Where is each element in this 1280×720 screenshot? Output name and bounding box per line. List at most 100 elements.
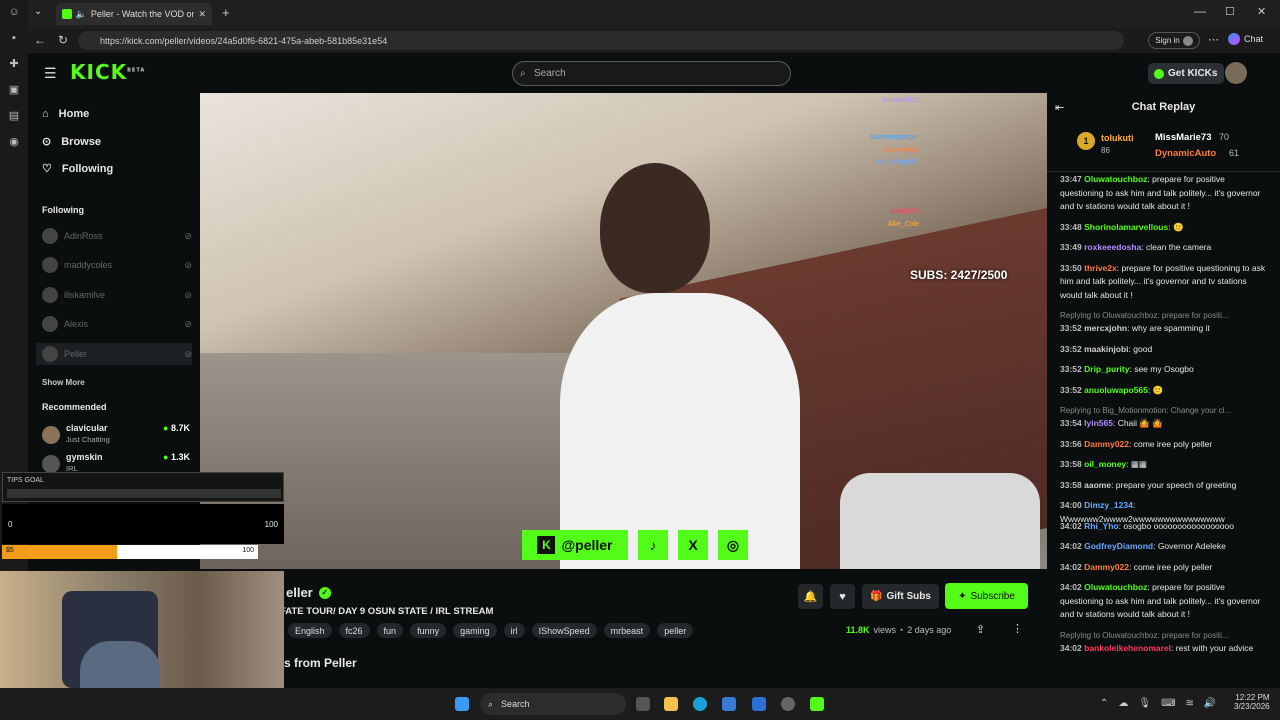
- outlook-icon[interactable]: [752, 697, 766, 711]
- channel-name[interactable]: eller ✓: [286, 585, 331, 600]
- get-kicks-button[interactable]: Get KICKs: [1148, 63, 1224, 84]
- nav-home[interactable]: ⌂ Home: [42, 108, 89, 120]
- gift-subs-button[interactable]: 🎁 Gift Subs: [862, 584, 939, 609]
- refresh-icon[interactable]: ↻: [58, 33, 68, 47]
- start-icon[interactable]: [455, 697, 469, 711]
- wifi-icon[interactable]: ≋: [1186, 698, 1194, 709]
- following-item-selected[interactable]: Peller ⊘: [36, 343, 192, 365]
- chat-username[interactable]: roxkeeedosha: [1084, 242, 1141, 252]
- chat-username[interactable]: aaome: [1084, 480, 1111, 490]
- keyboard-icon[interactable]: ⌨: [1161, 698, 1175, 709]
- chat-username[interactable]: Rhi_Yho: [1084, 521, 1118, 531]
- chat-username[interactable]: Drip_purity: [1084, 364, 1129, 374]
- taskbar-search[interactable]: ⌕ Search: [480, 693, 626, 715]
- offline-icon: ⊘: [184, 230, 192, 241]
- views-label: views: [873, 625, 897, 635]
- file-icon[interactable]: ▪: [8, 32, 20, 44]
- chat-timestamp: 33:52: [1060, 323, 1082, 333]
- tab-close-icon[interactable]: ✕: [198, 9, 206, 20]
- url-field[interactable]: https://kick.com/peller/videos/24a5d0f6-…: [78, 31, 1124, 50]
- chat-username[interactable]: Iyin565: [1084, 418, 1113, 428]
- leader-name[interactable]: MissMarie73: [1155, 132, 1212, 143]
- chat-username[interactable]: anuoluwapo565: [1084, 385, 1148, 395]
- tag-chip[interactable]: peller: [657, 623, 694, 638]
- edge-icon[interactable]: [693, 697, 707, 711]
- more-menu-icon[interactable]: ⋯: [1208, 33, 1219, 46]
- subscribe-button[interactable]: ✦ Subscribe: [945, 583, 1028, 609]
- chat-username[interactable]: oil_money: [1084, 459, 1126, 469]
- recommended-item[interactable]: gymskin IRL ● 1.3K: [42, 452, 190, 473]
- maximize-icon[interactable]: ☐: [1225, 5, 1235, 18]
- chat-username[interactable]: GodfreyDiamond: [1084, 541, 1153, 551]
- user-avatar[interactable]: [1225, 62, 1247, 84]
- window-close-icon[interactable]: ✕: [1257, 5, 1266, 18]
- tag-chip[interactable]: funny: [410, 623, 447, 638]
- kick-logo[interactable]: KICKBETA: [70, 60, 145, 84]
- tab-active[interactable]: 🔈 Peller - Watch the VOD on Ki ✕: [56, 3, 212, 25]
- tag-chip[interactable]: English: [288, 623, 332, 638]
- chat-username[interactable]: Dimzy_1234: [1084, 500, 1133, 510]
- following-item[interactable]: maddycoles ⊘: [42, 257, 192, 273]
- tag-chip[interactable]: mrbeast: [603, 623, 651, 638]
- speaker-icon[interactable]: 🔈: [76, 9, 87, 20]
- chat-username[interactable]: Dammy022: [1084, 562, 1129, 572]
- x-icon: X: [678, 530, 708, 560]
- show-more-link[interactable]: Show More: [42, 378, 85, 387]
- store-icon[interactable]: [722, 697, 736, 711]
- tab-list-icon[interactable]: ⌄: [34, 6, 42, 17]
- menu-icon[interactable]: ☰: [44, 65, 57, 82]
- minimize-icon[interactable]: —: [1194, 4, 1206, 18]
- following-item[interactable]: iliskamilve ⊘: [42, 287, 192, 303]
- chat-timestamp: 33:52: [1060, 364, 1082, 374]
- chat-text: osogbo ooooooooooooooooo: [1123, 520, 1234, 531]
- tag-chip[interactable]: irl: [503, 623, 525, 638]
- chat-timestamp: 33:50: [1060, 262, 1082, 273]
- tools-icon[interactable]: ✚: [8, 58, 20, 70]
- recommended-item[interactable]: clavicular Just Chatting ● 8.7K: [42, 423, 190, 447]
- task-view-icon[interactable]: [636, 697, 650, 711]
- share-icon[interactable]: ⇪: [976, 623, 985, 636]
- tag-chip[interactable]: fc26: [338, 623, 370, 638]
- clock[interactable]: 12:22 PM 3/23/2026: [1234, 693, 1270, 711]
- leader-name[interactable]: DynamicAuto: [1155, 148, 1216, 159]
- chevron-up-icon[interactable]: ⌃: [1100, 698, 1108, 709]
- heart-follow-icon[interactable]: ♥: [830, 584, 855, 609]
- nav-following[interactable]: ♡ Following: [42, 162, 113, 176]
- bell-icon[interactable]: 🔔: [798, 584, 823, 609]
- chat-username[interactable]: Shorinolamarvellous: [1084, 222, 1168, 232]
- bag-icon[interactable]: ▣: [8, 84, 20, 96]
- new-tab-icon[interactable]: +: [222, 5, 230, 20]
- more-options-icon[interactable]: ⋮: [1012, 622, 1023, 635]
- tag-chip[interactable]: gaming: [453, 623, 497, 638]
- leader-name[interactable]: tolukuti: [1101, 133, 1134, 143]
- tips-goal-widget: TIPS GOAL 0 100 $5 100: [0, 472, 286, 688]
- following-section-title: Following: [42, 205, 84, 215]
- tag-chip[interactable]: fun: [376, 623, 404, 638]
- following-item[interactable]: Alexis ⊘: [42, 316, 192, 332]
- copilot-chat-button[interactable]: Chat: [1228, 33, 1263, 45]
- nav-browse[interactable]: ⊙ Browse: [42, 135, 101, 149]
- tag-chip[interactable]: IShowSpeed: [531, 623, 597, 638]
- file-explorer-icon[interactable]: [664, 697, 678, 711]
- cloud-icon[interactable]: ☁: [1118, 698, 1128, 709]
- sign-in-button[interactable]: Sign in: [1148, 32, 1200, 49]
- chat-username[interactable]: Oluwatouchboz: [1084, 174, 1147, 184]
- briefcase-icon[interactable]: ▤: [8, 110, 20, 122]
- search-input[interactable]: ⌕ Search: [512, 61, 791, 86]
- chat-username[interactable]: thrive2x: [1084, 263, 1117, 273]
- chat-username[interactable]: maakinjobi: [1084, 344, 1128, 354]
- microphone-icon[interactable]: 🎙: [1138, 698, 1151, 709]
- chat-username[interactable]: mercxjohn: [1084, 323, 1127, 333]
- profile-icon[interactable]: ☺: [8, 6, 20, 18]
- chat-username[interactable]: Oluwatouchboz: [1084, 582, 1147, 592]
- chat-panel: ⇤ Chat Replay 1 tolukuti 86 MissMarie73 …: [1047, 93, 1280, 688]
- video-player[interactable]: Amarachi12 Samsonprosper Dammy022 Kubabl…: [200, 93, 1047, 569]
- chat-username[interactable]: bankoleikehenomarel: [1084, 643, 1171, 653]
- following-item[interactable]: AdinRoss ⊘: [42, 228, 192, 244]
- obs-icon[interactable]: [781, 697, 795, 711]
- volume-icon[interactable]: 🔊: [1204, 698, 1216, 709]
- back-icon[interactable]: ←: [34, 33, 46, 47]
- chat-username[interactable]: Dammy022: [1084, 439, 1129, 449]
- record-icon[interactable]: ◉: [8, 136, 20, 148]
- kick-app-icon[interactable]: [810, 697, 824, 711]
